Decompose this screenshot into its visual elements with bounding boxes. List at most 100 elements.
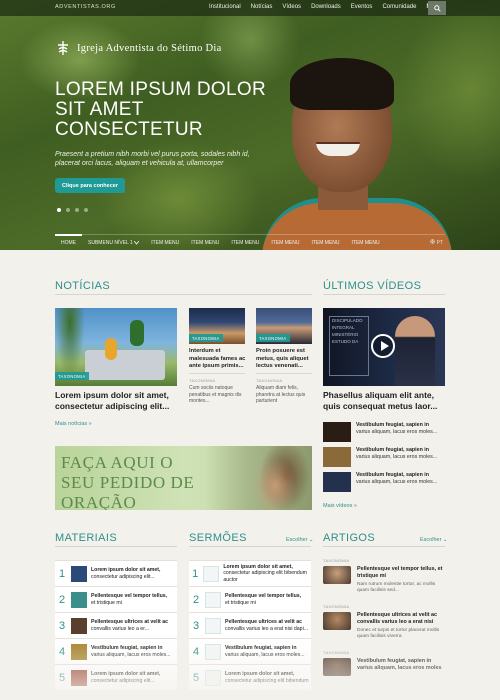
list-item-text: Pellentesque ultrices at velit ac convall… [91, 619, 168, 632]
menu-item-home[interactable]: HOME [55, 233, 82, 250]
list-item-number: 1 [192, 567, 199, 580]
video-title[interactable]: Vestibulum feugiat, sapien in varius aliq… [356, 422, 446, 435]
menu-item[interactable]: ITEM MENU [225, 235, 265, 251]
news-excerpt: Aliquam diam felis, pharetra at lectus q… [256, 385, 306, 404]
menu-item[interactable]: ITEM MENU [185, 235, 225, 251]
prayer-request-banner[interactable]: FAÇA AQUI O SEU PEDIDO DE ORAÇÃO [55, 446, 312, 510]
video-panel-line: INTEGRAL [332, 325, 355, 330]
video-panel-line: MINISTÉRIO [332, 332, 359, 337]
list-item[interactable]: 3 Pellentesque ultrices at velit ac conval… [55, 612, 177, 638]
hero-photo-hair [290, 58, 394, 110]
news-taxonomy[interactable]: TAXONOMIA [256, 378, 282, 383]
menu-item-submenu[interactable]: SUBMENU NÍVEL 1 [82, 235, 145, 251]
list-item-number: 1 [58, 567, 66, 580]
news-title[interactable]: Proin posuere est metus, quis aliquet le… [256, 348, 314, 371]
list-item-excerpt: consectetur adipiscing elit bibendum auc… [223, 570, 307, 583]
article-excerpt: Donec et turpis et tortor placerat molli… [357, 628, 440, 639]
speaker-shape [395, 316, 435, 386]
truck-shape [85, 350, 165, 380]
noticias-heading: NOTÍCIAS [55, 280, 111, 292]
list-item[interactable]: 2 Pellentesque vel tempor tellus, et trist… [189, 586, 311, 612]
search-button[interactable] [428, 1, 446, 15]
hero-cta-button[interactable]: Clique para conhecer [55, 178, 125, 193]
news-main-image[interactable]: TAXONOMIA [55, 308, 177, 386]
site-domain[interactable]: ADVENTISTAS.ORG [55, 4, 116, 10]
menu-item[interactable]: ITEM MENU [346, 235, 386, 251]
top-nav-videos[interactable]: Vídeos [277, 0, 306, 16]
divider [323, 294, 445, 295]
list-item-thumbnail [71, 617, 87, 634]
article-thumbnail[interactable] [323, 612, 351, 630]
video-title[interactable]: Vestibulum feugiat, sapien in varius aliq… [356, 472, 446, 485]
list-item-icon [205, 591, 221, 608]
church-logo-icon [58, 41, 68, 55]
list-item[interactable]: 1 Lorem ipsum dolor sit amet, consectetur … [189, 560, 311, 586]
list-item-title: Pellentesque ultrices at velit ac [225, 618, 302, 625]
divider [256, 373, 312, 374]
news-thumbnail[interactable]: TAXONOMIA [189, 308, 245, 344]
taxonomy-tag[interactable]: TAXONOMIA [189, 334, 223, 342]
list-item-thumbnail [71, 565, 87, 582]
list-item-excerpt: et tristique mi [91, 599, 122, 606]
materiais-heading: MATERIAIS [55, 532, 118, 544]
person-shape [105, 338, 117, 360]
play-icon[interactable] [371, 334, 395, 358]
list-item-number: 2 [58, 593, 66, 606]
list-item-thumbnail [71, 591, 87, 608]
taxonomy-tag[interactable]: TAXONOMIA [55, 372, 89, 380]
slider-dot[interactable] [84, 208, 88, 212]
slider-dot[interactable] [57, 208, 61, 212]
video-thumbnail[interactable] [323, 447, 351, 467]
top-nav-eventos[interactable]: Eventos [346, 0, 378, 16]
language-selector[interactable]: PT [430, 239, 443, 246]
article-thumbnail[interactable] [323, 566, 351, 584]
slider-dot[interactable] [75, 208, 79, 212]
divider [55, 546, 177, 547]
list-item-icon [203, 565, 220, 582]
slider-dot[interactable] [66, 208, 70, 212]
menu-item[interactable]: ITEM MENU [145, 235, 185, 251]
search-icon [433, 4, 441, 12]
list-item-number: 3 [192, 619, 200, 632]
list-item-text: Pellentesque vel tempor tellus, et tristi… [225, 593, 301, 606]
article-title[interactable]: Pellentesque ultrices at velit ac conval… [357, 612, 445, 625]
featured-video-title[interactable]: Phasellus aliquam elit ante, quis conseq… [323, 390, 448, 411]
list-item-title: Lorem ipsum dolor sit amet, [91, 566, 161, 573]
video-thumbnail[interactable] [323, 472, 351, 492]
news-main-title[interactable]: Lorem ipsum dolor sit amet, consectetur … [55, 390, 180, 411]
news-thumbnail[interactable]: TAXONOMIA [256, 308, 312, 344]
video-excerpt: varius aliquam, lacus eros moles... [356, 453, 438, 460]
list-item[interactable]: 2 Pellentesque vel tempor tellus, et trist… [55, 586, 177, 612]
menu-item[interactable]: ITEM MENU [265, 235, 305, 251]
list-item[interactable]: 1 Lorem ipsum dolor sit amet, consectetur … [55, 560, 177, 586]
news-title[interactable]: Interdum et malesuada fames ac ante ipsu… [189, 348, 247, 371]
sermoes-filter-dropdown[interactable]: Escolher ⌄ [286, 537, 314, 543]
list-item[interactable]: 3 Pellentesque ultrices at velit ac conval… [189, 612, 311, 638]
video-title[interactable]: Vestibulum feugiat, sapien in varius aliq… [356, 447, 446, 460]
list-item-text: Pellentesque ultrices at velit ac convall… [225, 619, 308, 632]
chevron-down-icon [134, 240, 140, 245]
top-nav-institucional[interactable]: Institucional [204, 0, 246, 16]
list-item-excerpt: et tristique mi [225, 599, 256, 606]
article-excerpt: Nam rutrum molestie tortor, ac mollis qu… [357, 582, 436, 593]
top-nav-downloads[interactable]: Downloads [306, 0, 346, 16]
article-taxonomy[interactable]: TAXONOMIA [323, 558, 349, 563]
featured-video[interactable]: DISCIPULADO INTEGRAL MINISTÉRIO ESTUDO D… [323, 308, 445, 386]
top-nav-noticias[interactable]: Notícias [246, 0, 278, 16]
divider [189, 546, 311, 547]
menu-item[interactable]: ITEM MENU [305, 235, 345, 251]
language-label: PT [436, 240, 443, 246]
taxonomy-tag[interactable]: TAXONOMIA [256, 334, 290, 342]
video-excerpt: varius aliquam, lacus eros moles... [356, 478, 438, 485]
video-thumbnail[interactable] [323, 422, 351, 442]
news-taxonomy[interactable]: TAXONOMIA [189, 378, 215, 383]
top-nav-comunidade[interactable]: Comunidade [377, 0, 421, 16]
video-panel-line: DISCIPULADO [332, 318, 363, 323]
bottom-fade [0, 640, 500, 700]
site-logo[interactable]: Igreja Adventista do Sétimo Dia [55, 40, 222, 56]
more-news-link[interactable]: Mais notícias » [55, 421, 92, 427]
artigos-filter-dropdown[interactable]: Escolher ⌄ [420, 537, 448, 543]
more-videos-link[interactable]: Mais vídeos » [323, 503, 357, 509]
article-taxonomy[interactable]: TAXONOMIA [323, 604, 349, 609]
article-title[interactable]: Pellentesque vel tempor tellus, et trist… [357, 566, 445, 579]
